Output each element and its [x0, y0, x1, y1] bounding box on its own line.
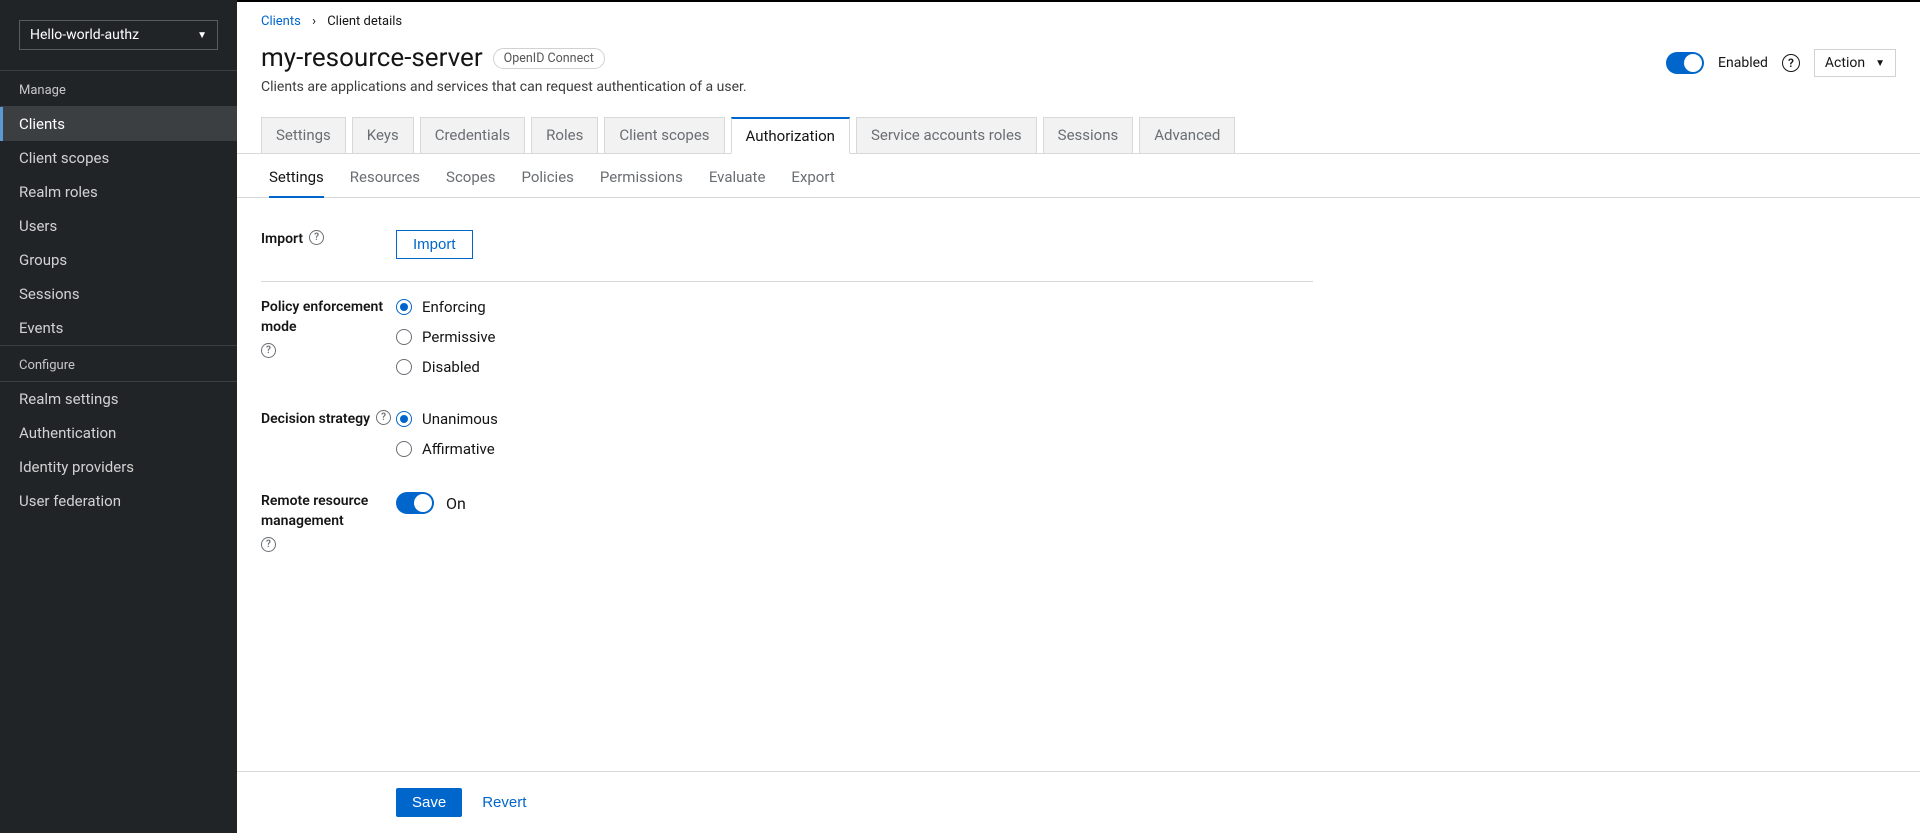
- revert-button[interactable]: Revert: [482, 794, 526, 811]
- page-title: my-resource-server: [261, 43, 483, 73]
- action-label: Action: [1825, 55, 1865, 71]
- sub-tabs: Settings Resources Scopes Policies Permi…: [237, 154, 1920, 198]
- decision-strategy-label: Decision strategy: [261, 410, 370, 430]
- tab-sessions[interactable]: Sessions: [1043, 117, 1134, 154]
- tab-service-accounts-roles[interactable]: Service accounts roles: [856, 117, 1037, 154]
- subtab-export[interactable]: Export: [791, 168, 834, 197]
- sidebar-item-authentication[interactable]: Authentication: [0, 416, 237, 450]
- remote-resource-state: On: [446, 494, 466, 513]
- realm-selector[interactable]: Hello-world-authz ▼: [19, 20, 218, 50]
- help-icon[interactable]: ?: [1782, 54, 1800, 72]
- radio-icon: [396, 329, 412, 345]
- nav-section-manage: Manage: [0, 70, 237, 106]
- sidebar-item-sessions[interactable]: Sessions: [0, 277, 237, 311]
- radio-disabled[interactable]: Disabled: [396, 358, 1313, 376]
- import-button[interactable]: Import: [396, 230, 473, 259]
- sidebar-item-realm-roles[interactable]: Realm roles: [0, 175, 237, 209]
- primary-tabs: Settings Keys Credentials Roles Client s…: [261, 117, 1896, 154]
- tab-roles[interactable]: Roles: [531, 117, 598, 154]
- tab-keys[interactable]: Keys: [352, 117, 414, 154]
- help-icon[interactable]: ?: [261, 537, 276, 552]
- remote-resource-label: Remote resource management: [261, 492, 396, 531]
- breadcrumb-current: Client details: [327, 14, 402, 29]
- help-icon[interactable]: ?: [309, 230, 324, 245]
- subtab-scopes[interactable]: Scopes: [446, 168, 495, 197]
- radio-permissive[interactable]: Permissive: [396, 328, 1313, 346]
- chevron-down-icon: ▼: [197, 30, 207, 41]
- radio-enforcing[interactable]: Enforcing: [396, 298, 1313, 316]
- remote-resource-toggle[interactable]: [396, 492, 434, 514]
- protocol-badge: OpenID Connect: [493, 48, 605, 69]
- sidebar-item-user-federation[interactable]: User federation: [0, 484, 237, 518]
- radio-icon: [396, 411, 412, 427]
- sidebar-item-events[interactable]: Events: [0, 311, 237, 345]
- sidebar-item-users[interactable]: Users: [0, 209, 237, 243]
- sidebar-item-clients[interactable]: Clients: [0, 107, 237, 141]
- tab-client-scopes[interactable]: Client scopes: [604, 117, 724, 154]
- nav-section-configure: Configure: [0, 345, 237, 381]
- page-subtitle: Clients are applications and services th…: [261, 79, 747, 95]
- enabled-toggle[interactable]: [1666, 52, 1704, 74]
- subtab-resources[interactable]: Resources: [350, 168, 420, 197]
- breadcrumb: Clients › Client details: [237, 2, 1920, 33]
- enabled-label: Enabled: [1718, 55, 1768, 71]
- footer-bar: Save Revert: [237, 771, 1920, 833]
- nav-items-manage: Clients Client scopes Realm roles Users …: [0, 107, 237, 345]
- subtab-settings[interactable]: Settings: [269, 168, 324, 198]
- policy-mode-radio-group: Enforcing Permissive Disabled: [396, 298, 1313, 376]
- tab-advanced[interactable]: Advanced: [1139, 117, 1235, 154]
- radio-icon: [396, 359, 412, 375]
- subtab-evaluate[interactable]: Evaluate: [709, 168, 766, 197]
- subtab-policies[interactable]: Policies: [521, 168, 573, 197]
- sidebar-item-realm-settings[interactable]: Realm settings: [0, 382, 237, 416]
- radio-icon: [396, 299, 412, 315]
- realm-name: Hello-world-authz: [30, 27, 139, 43]
- sidebar: Hello-world-authz ▼ Manage Clients Clien…: [0, 0, 237, 833]
- sidebar-item-identity-providers[interactable]: Identity providers: [0, 450, 237, 484]
- subtab-permissions[interactable]: Permissions: [600, 168, 683, 197]
- save-button[interactable]: Save: [396, 788, 462, 817]
- action-dropdown[interactable]: Action ▼: [1814, 49, 1896, 77]
- sidebar-item-client-scopes[interactable]: Client scopes: [0, 141, 237, 175]
- tab-settings[interactable]: Settings: [261, 117, 346, 154]
- tab-authorization[interactable]: Authorization: [731, 117, 850, 154]
- import-label: Import: [261, 230, 303, 250]
- main-content: Clients › Client details my-resource-ser…: [237, 0, 1920, 833]
- help-icon[interactable]: ?: [376, 410, 391, 425]
- policy-mode-label: Policy enforcement mode: [261, 298, 396, 337]
- radio-affirmative[interactable]: Affirmative: [396, 440, 1313, 458]
- sidebar-item-groups[interactable]: Groups: [0, 243, 237, 277]
- nav-items-configure: Realm settings Authentication Identity p…: [0, 382, 237, 518]
- chevron-right-icon: ›: [312, 14, 316, 29]
- decision-strategy-radio-group: Unanimous Affirmative: [396, 410, 1313, 458]
- radio-icon: [396, 441, 412, 457]
- chevron-down-icon: ▼: [1875, 58, 1885, 69]
- breadcrumb-clients-link[interactable]: Clients: [261, 14, 301, 29]
- radio-unanimous[interactable]: Unanimous: [396, 410, 1313, 428]
- tab-credentials[interactable]: Credentials: [420, 117, 525, 154]
- help-icon[interactable]: ?: [261, 343, 276, 358]
